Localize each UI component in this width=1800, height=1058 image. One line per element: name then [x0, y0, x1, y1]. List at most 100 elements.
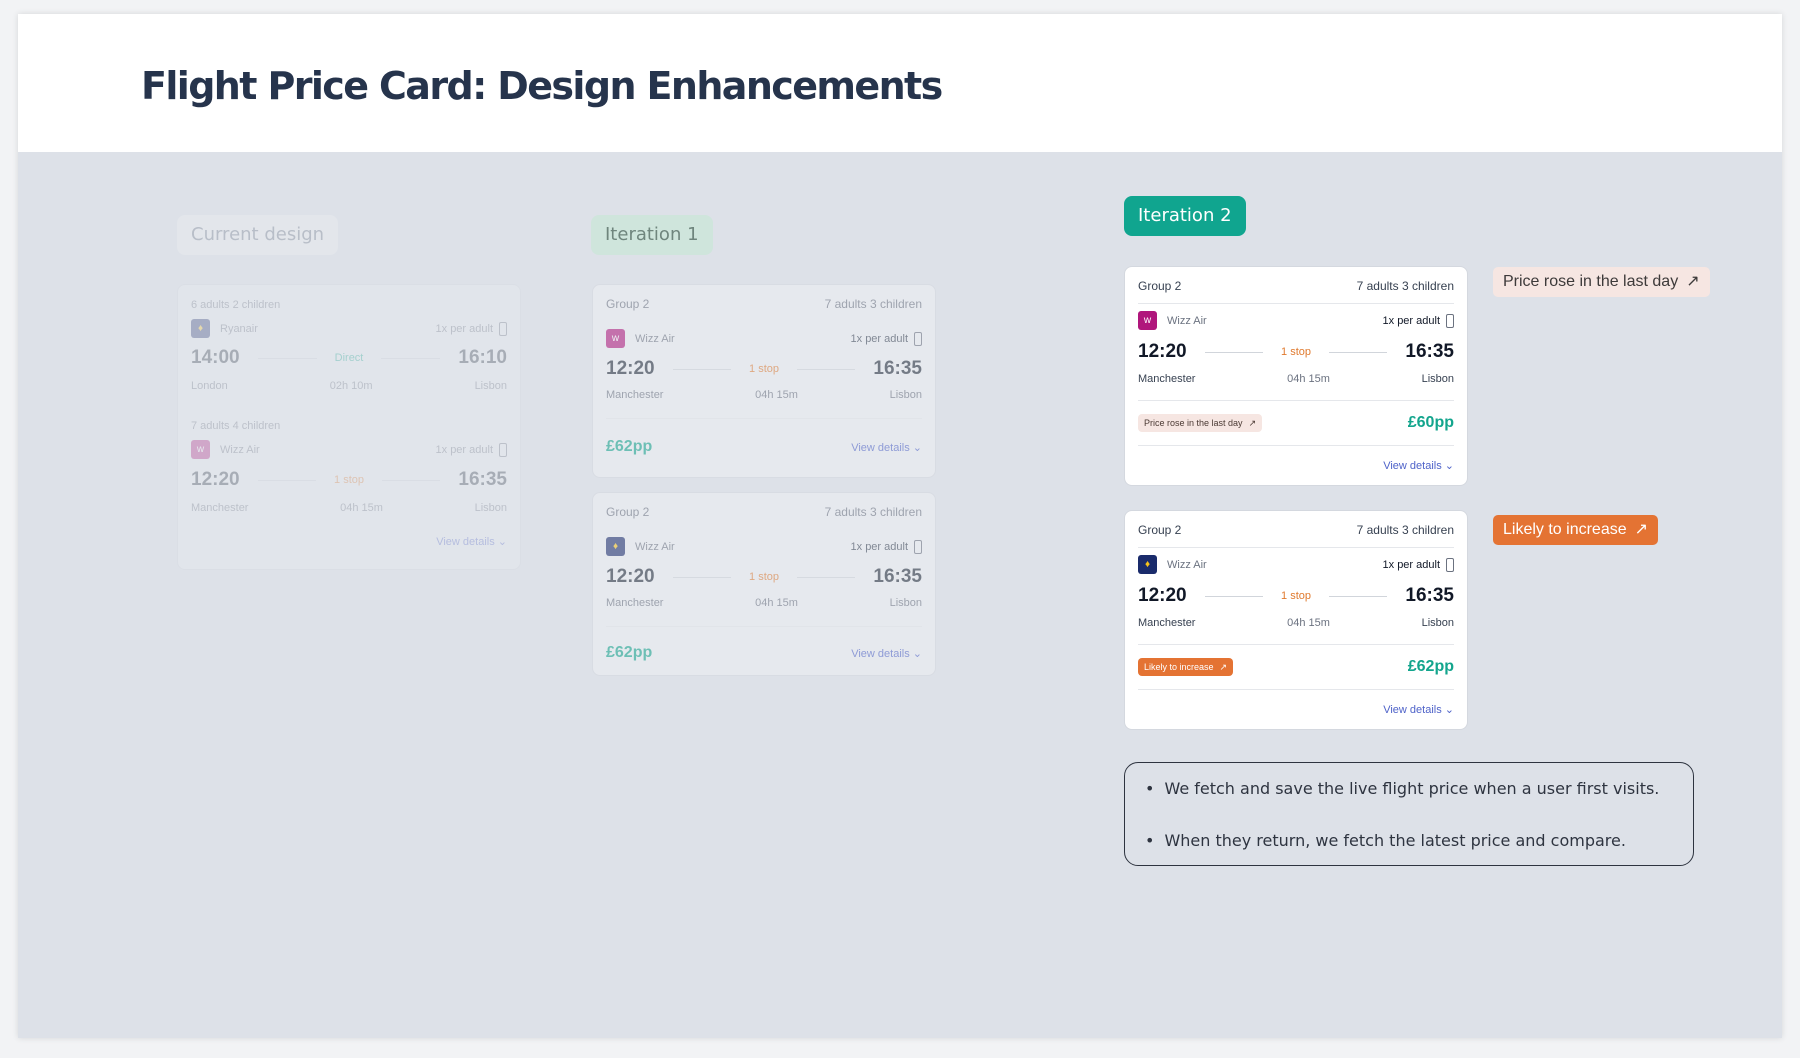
pax-text: 7 adults 3 children: [1356, 279, 1454, 293]
departure-time: 12:20: [606, 358, 655, 379]
luggage-icon: [914, 539, 922, 554]
label-current-design: Current design: [177, 215, 339, 255]
bag-text: 1x per adult: [435, 443, 493, 456]
duration-text: 04h 15m: [755, 389, 798, 401]
destination-city: Lisbon: [474, 502, 507, 514]
page-title: Flight Price Card: Design Enhancements: [141, 64, 943, 108]
bag-text: 1x per adult: [850, 540, 908, 553]
arrival-time: 16:35: [873, 566, 922, 587]
notes-box: • We fetch and save the live flight price…: [1124, 762, 1694, 866]
label-iteration-2: Iteration 2: [1124, 196, 1246, 236]
group-label: Group 2: [1138, 279, 1182, 293]
duration-text: 04h 15m: [1287, 373, 1330, 385]
group-label: Group 2: [606, 505, 650, 519]
arrival-time: 16:35: [1405, 585, 1454, 606]
origin-city: Manchester: [606, 597, 664, 609]
chevron-down-icon: ⌄: [1444, 460, 1454, 472]
label-iteration-1: Iteration 1: [591, 215, 713, 255]
chevron-down-icon: ⌄: [912, 441, 922, 454]
bag-text: 1x per adult: [850, 332, 908, 345]
departure-time: 12:20: [606, 566, 655, 587]
current-design-card: 6 adults 2 children ♦ Ryanair 1x per adul…: [177, 284, 521, 570]
origin-city: Manchester: [1138, 617, 1196, 629]
origin-city: Manchester: [606, 389, 664, 401]
departure-time: 12:20: [191, 469, 240, 490]
bag-text: 1x per adult: [1382, 558, 1440, 571]
view-details-link[interactable]: View details ⌄: [851, 647, 922, 660]
stop-text: 1 stop: [1281, 590, 1311, 602]
likely-increase-badge: Likely to increase ↗: [1493, 515, 1659, 545]
destination-city: Lisbon: [1421, 617, 1454, 629]
wizzair-logo-icon: w: [1138, 311, 1157, 330]
departure-time: 12:20: [1138, 585, 1187, 606]
price-rose-badge: Price rose in the last day ↗: [1493, 267, 1710, 297]
trend-up-icon: ↗: [1248, 417, 1257, 428]
pax-text: 7 adults 3 children: [1356, 523, 1454, 537]
duration-text: 04h 15m: [1287, 617, 1330, 629]
group-label: Group 2: [606, 297, 650, 311]
chevron-down-icon: ⌄: [912, 647, 922, 660]
luggage-icon: [914, 331, 922, 346]
arrival-time: 16:35: [873, 358, 922, 379]
pax-text: 7 adults 4 children: [191, 420, 281, 432]
stop-text: 1 stop: [749, 363, 779, 375]
origin-city: Manchester: [1138, 373, 1196, 385]
header: Flight Price Card: Design Enhancements: [18, 14, 1782, 152]
wizzair-logo-icon: w: [606, 329, 625, 348]
view-details-link[interactable]: View details ⌄: [1383, 703, 1454, 716]
departure-time: 12:20: [1138, 341, 1187, 362]
duration-text: 04h 15m: [340, 502, 383, 514]
arrival-time: 16:10: [458, 347, 508, 368]
price-text: £62pp: [606, 644, 653, 661]
pax-text: 7 adults 3 children: [824, 297, 922, 311]
likely-increase-chip: Likely to increase ↗: [1138, 658, 1234, 676]
destination-city: Lisbon: [889, 597, 922, 609]
price-text: £62pp: [1407, 658, 1454, 675]
view-details-link[interactable]: View details ⌄: [436, 535, 507, 548]
luggage-icon: [1446, 557, 1454, 572]
duration-text: 04h 15m: [755, 597, 798, 609]
trend-up-icon: ↗: [1686, 273, 1700, 290]
departure-time: 14:00: [191, 347, 240, 368]
note-item: • We fetch and save the live flight price…: [1145, 779, 1660, 798]
origin-city: Manchester: [191, 502, 249, 514]
view-details-link[interactable]: View details ⌄: [851, 441, 922, 454]
airline-name: Ryanair: [220, 322, 258, 335]
luggage-icon: [499, 321, 507, 336]
pax-text: 6 adults 2 children: [191, 299, 281, 311]
bag-text: 1x per adult: [1382, 314, 1440, 327]
luggage-icon: [1446, 313, 1454, 328]
trend-up-icon: ↗: [1634, 521, 1649, 538]
stop-text: Direct: [334, 352, 364, 364]
price-text: £60pp: [1407, 414, 1454, 431]
destination-city: Lisbon: [474, 380, 507, 392]
airline-name: Wizz Air: [1167, 558, 1207, 571]
chevron-down-icon: ⌄: [497, 536, 507, 548]
iteration1-card-1: Group 2 7 adults 3 children w Wizz Air 1x…: [592, 284, 936, 478]
price-rose-chip: Price rose in the last day ↗: [1138, 414, 1263, 432]
stop-text: 1 stop: [749, 571, 779, 583]
arrival-time: 16:35: [1405, 341, 1454, 362]
note-item: • When they return, we fetch the latest p…: [1145, 831, 1626, 850]
ryanair-logo-icon: ♦: [1138, 555, 1157, 574]
group-label: Group 2: [1138, 523, 1182, 537]
ryanair-logo-icon: ♦: [191, 319, 210, 338]
ryanair-logo-icon: ♦: [606, 537, 625, 556]
chevron-down-icon: ⌄: [1444, 704, 1454, 716]
price-text: £62pp: [606, 438, 653, 455]
wizzair-logo-icon: w: [191, 440, 210, 459]
airline-name: Wizz Air: [1167, 314, 1207, 327]
airline-name: Wizz Air: [635, 540, 675, 553]
canvas: Flight Price Card: Design Enhancements C…: [18, 14, 1782, 1038]
airline-name: Wizz Air: [635, 332, 675, 345]
iteration1-card-2: Group 2 7 adults 3 children ♦ Wizz Air 1x…: [592, 492, 936, 676]
view-details-link[interactable]: View details ⌄: [1383, 459, 1454, 472]
origin-city: London: [191, 380, 228, 392]
bag-text: 1x per adult: [435, 322, 493, 335]
airline-name: Wizz Air: [220, 443, 260, 456]
destination-city: Lisbon: [1421, 373, 1454, 385]
luggage-icon: [499, 442, 507, 457]
destination-city: Lisbon: [889, 389, 922, 401]
arrival-time: 16:35: [458, 469, 507, 490]
duration-text: 02h 10m: [329, 380, 373, 392]
